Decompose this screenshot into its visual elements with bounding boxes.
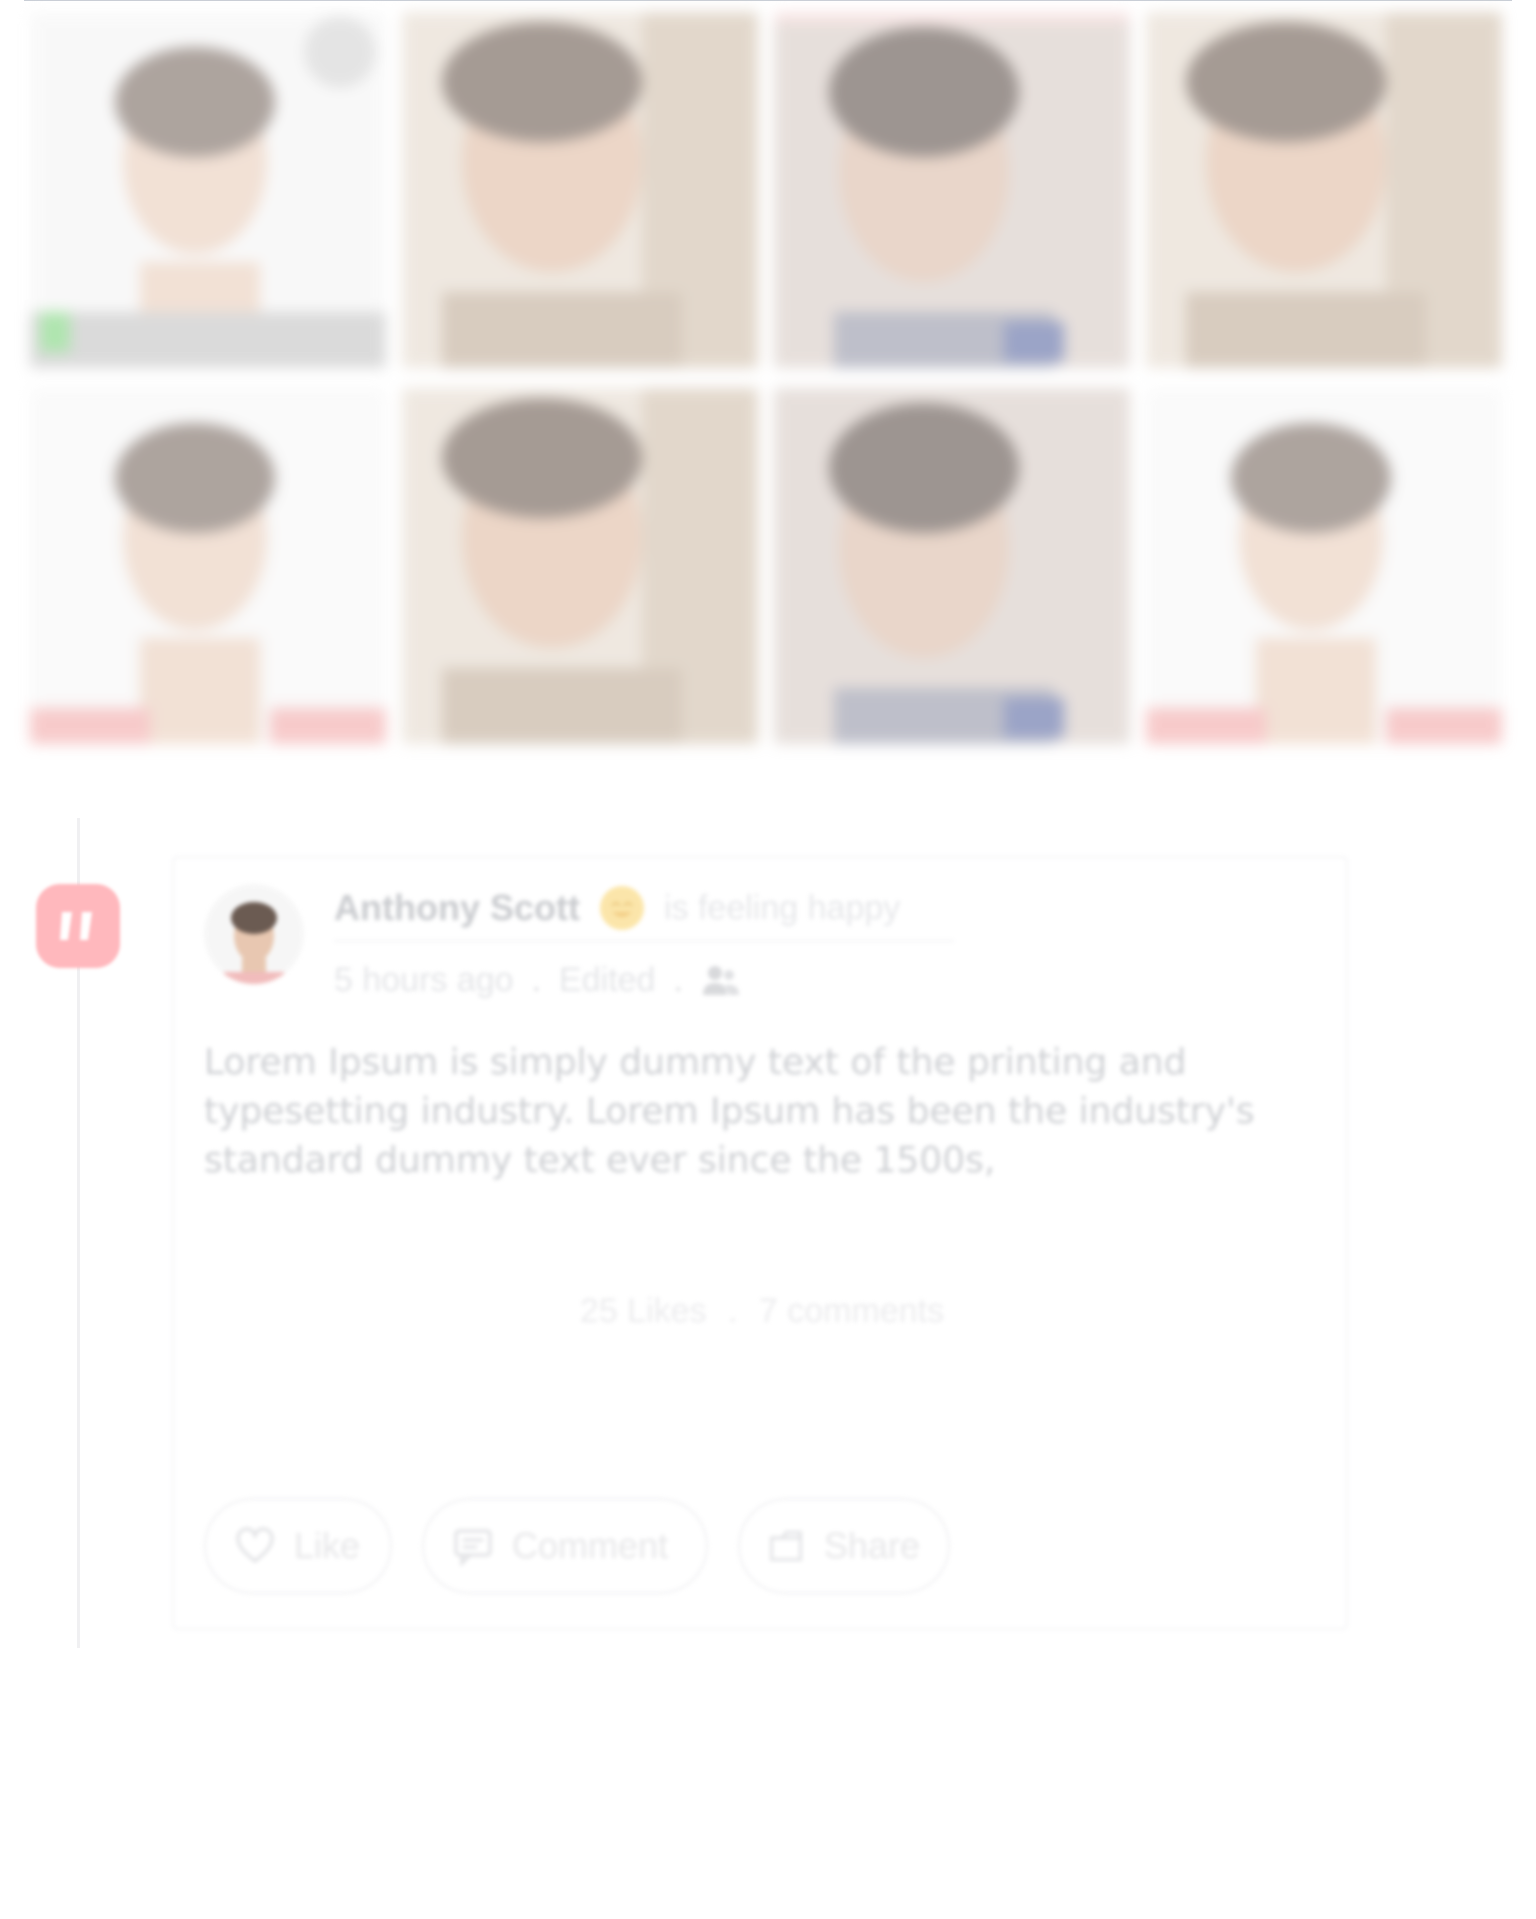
feeling-text: is feeling happy: [663, 888, 901, 927]
gallery-photo[interactable]: [774, 388, 1130, 744]
gallery-photo[interactable]: [30, 12, 386, 368]
likes-count[interactable]: 25 Likes: [580, 1292, 707, 1330]
share-icon: [770, 1531, 802, 1561]
quote-icon: [60, 912, 92, 940]
gallery-photo[interactable]: [402, 12, 758, 368]
gallery-photo[interactable]: [774, 12, 1130, 368]
share-label: Share: [823, 1525, 920, 1566]
gallery-photo[interactable]: [30, 388, 386, 744]
smiling-face-icon: [599, 886, 644, 930]
author-row: Anthony Scott is feeling happy: [334, 882, 954, 942]
post-timestamp: 5 hours ago: [334, 960, 514, 999]
post-meta: 5 hours ago . Edited .: [334, 958, 954, 1002]
edited-label: Edited: [559, 960, 656, 999]
meta-separator: .: [673, 960, 683, 999]
heart-icon: [236, 1527, 274, 1563]
gallery-photo[interactable]: [1146, 388, 1502, 744]
comment-label: Comment: [512, 1525, 669, 1566]
gallery-photo[interactable]: [402, 388, 758, 744]
post-actions: Like Comment Share: [204, 1498, 950, 1594]
timeline-badge: [36, 884, 120, 968]
avatar[interactable]: [204, 884, 304, 984]
like-button[interactable]: Like: [204, 1498, 392, 1594]
comments-count[interactable]: 7 comments: [759, 1292, 944, 1330]
share-button[interactable]: Share: [738, 1498, 950, 1594]
gallery-photo[interactable]: [1146, 12, 1502, 368]
post-body: Lorem Ipsum is simply dummy text of the …: [204, 1042, 1255, 1181]
post-header: Anthony Scott is feeling happy 5 hours a…: [334, 882, 954, 1002]
top-divider: [24, 0, 1512, 1]
post-card: Anthony Scott is feeling happy 5 hours a…: [172, 856, 1348, 1630]
stats-separator: .: [728, 1292, 738, 1330]
photo-gallery: [30, 12, 1502, 760]
comment-button[interactable]: Comment: [422, 1498, 708, 1594]
meta-separator: .: [531, 960, 542, 999]
author-name[interactable]: Anthony Scott: [334, 887, 580, 929]
comment-icon: [454, 1529, 492, 1567]
like-label: Like: [294, 1525, 361, 1566]
friends-icon[interactable]: [701, 963, 741, 997]
post-stats: 25 Likes . 7 comments: [174, 1292, 1350, 1331]
